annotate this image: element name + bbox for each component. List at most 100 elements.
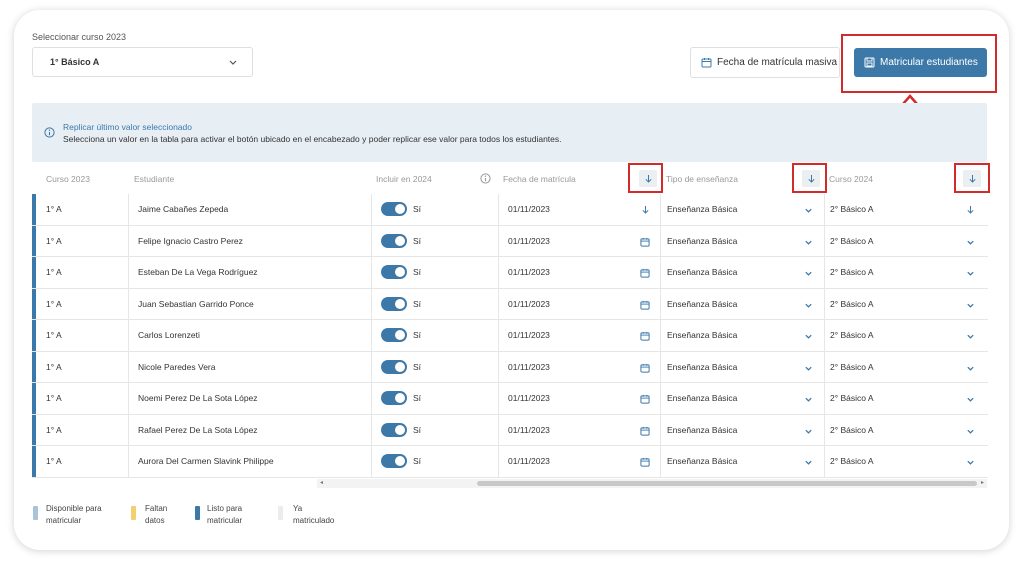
cell-incluir[interactable]: Sí: [381, 289, 421, 320]
chevron-down-icon[interactable]: [966, 301, 975, 310]
cell-fecha[interactable]: 01/11/2023: [508, 352, 550, 383]
calendar-icon: [701, 58, 712, 68]
cell-curso-2024[interactable]: 2° Básico A: [830, 320, 874, 351]
arrow-down-icon[interactable]: [641, 205, 650, 214]
chevron-down-icon[interactable]: [804, 332, 813, 341]
cell-fecha[interactable]: 01/11/2023: [508, 289, 550, 320]
include-label: Sí: [413, 267, 422, 278]
chevron-down-icon[interactable]: [966, 458, 975, 467]
include-toggle[interactable]: [381, 296, 407, 311]
calendar-icon[interactable]: [640, 426, 650, 436]
chevron-down-icon[interactable]: [804, 301, 813, 310]
chevron-down-icon[interactable]: [966, 332, 975, 341]
cell-curso-2024[interactable]: 2° Básico A: [830, 446, 874, 477]
column-divider: [371, 320, 372, 351]
chevron-down-icon[interactable]: [804, 458, 813, 467]
cell-incluir[interactable]: Sí: [381, 446, 421, 477]
replicate-tipo-button[interactable]: [802, 170, 820, 187]
table-row: 1° A Aurora Del Carmen Slavink Philippe Sí…: [32, 446, 988, 478]
replicate-fecha-button[interactable]: [639, 170, 657, 187]
cell-incluir[interactable]: Sí: [381, 383, 421, 414]
chevron-down-icon[interactable]: [966, 364, 975, 373]
cell-tipo[interactable]: Enseñanza Básica: [667, 257, 737, 288]
cell-incluir[interactable]: Sí: [381, 352, 421, 383]
include-toggle[interactable]: [381, 454, 407, 469]
cell-curso-2024[interactable]: 2° Básico A: [830, 352, 874, 383]
chevron-down-icon[interactable]: [804, 238, 813, 247]
chevron-down-icon[interactable]: [966, 427, 975, 436]
scroll-left-icon[interactable]: ◂: [320, 479, 323, 486]
cell-tipo[interactable]: Enseñanza Básica: [667, 320, 737, 351]
cell-curso-2024[interactable]: 2° Básico A: [830, 257, 874, 288]
chevron-down-icon[interactable]: [804, 395, 813, 404]
chevron-down-icon[interactable]: [804, 364, 813, 373]
calendar-icon[interactable]: [640, 268, 650, 278]
include-toggle[interactable]: [381, 328, 407, 343]
calendar-icon[interactable]: [640, 300, 650, 310]
column-divider: [498, 320, 499, 351]
cell-incluir[interactable]: Sí: [381, 257, 421, 288]
cell-curso-2024[interactable]: 2° Básico A: [830, 383, 874, 414]
include-toggle[interactable]: [381, 422, 407, 437]
status-bar: [32, 320, 36, 351]
column-divider: [824, 288, 825, 319]
status-bar: [32, 225, 36, 256]
cell-fecha[interactable]: 01/11/2023: [508, 257, 550, 288]
cell-curso-2024[interactable]: 2° Básico A: [830, 415, 874, 446]
course-selector[interactable]: 1° Básico A: [32, 47, 253, 77]
include-toggle[interactable]: [381, 391, 407, 406]
cell-curso: 1° A: [46, 267, 62, 278]
chevron-down-icon[interactable]: [804, 206, 813, 215]
info-icon: [480, 173, 491, 184]
chevron-down-icon[interactable]: [966, 238, 975, 247]
include-toggle[interactable]: [381, 265, 407, 280]
cell-fecha[interactable]: 01/11/2023: [508, 446, 550, 477]
arrow-down-icon[interactable]: [966, 205, 975, 214]
horizontal-scrollbar[interactable]: ◂ ▸: [317, 479, 987, 488]
table-row: 1° A Noemi Perez De La Sota López Sí 01/11/…: [32, 383, 988, 415]
cell-curso: 1° A: [46, 424, 62, 435]
scroll-right-icon[interactable]: ▸: [981, 479, 984, 486]
column-divider: [498, 446, 499, 477]
cell-fecha[interactable]: 01/11/2023: [508, 320, 550, 351]
cell-incluir[interactable]: Sí: [381, 194, 421, 225]
column-divider: [660, 351, 661, 382]
cell-incluir[interactable]: Sí: [381, 226, 421, 257]
calendar-icon[interactable]: [640, 457, 650, 467]
include-toggle[interactable]: [381, 202, 407, 217]
enroll-students-button[interactable]: Matricular estudiantes: [854, 48, 987, 77]
cell-tipo[interactable]: Enseñanza Básica: [667, 383, 737, 414]
column-divider: [824, 225, 825, 256]
chevron-down-icon[interactable]: [966, 395, 975, 404]
cell-curso-2024[interactable]: 2° Básico A: [830, 226, 874, 257]
chevron-down-icon[interactable]: [966, 269, 975, 278]
include-toggle[interactable]: [381, 233, 407, 248]
cell-fecha[interactable]: 01/11/2023: [508, 383, 550, 414]
cell-curso-2024[interactable]: 2° Básico A: [830, 194, 874, 225]
cell-fecha[interactable]: 01/11/2023: [508, 226, 550, 257]
calendar-icon[interactable]: [640, 237, 650, 247]
cell-tipo[interactable]: Enseñanza Básica: [667, 194, 737, 225]
calendar-icon[interactable]: [640, 331, 650, 341]
save-icon: [864, 57, 875, 68]
scrollbar-thumb[interactable]: [477, 481, 977, 486]
cell-incluir[interactable]: Sí: [381, 415, 421, 446]
cell-incluir[interactable]: Sí: [381, 320, 421, 351]
cell-fecha[interactable]: 01/11/2023: [508, 194, 550, 225]
cell-curso: 1° A: [46, 298, 62, 309]
chevron-down-icon[interactable]: [804, 269, 813, 278]
cell-tipo[interactable]: Enseñanza Básica: [667, 289, 737, 320]
cell-fecha[interactable]: 01/11/2023: [508, 415, 550, 446]
include-toggle[interactable]: [381, 359, 407, 374]
calendar-icon[interactable]: [640, 394, 650, 404]
cell-tipo[interactable]: Enseñanza Básica: [667, 226, 737, 257]
bulk-date-button[interactable]: Fecha de matrícula masiva: [690, 47, 840, 78]
cell-tipo[interactable]: Enseñanza Básica: [667, 415, 737, 446]
table-row: 1° A Esteban De La Vega Rodríguez Sí 01/11/…: [32, 257, 988, 289]
calendar-icon[interactable]: [640, 363, 650, 373]
cell-curso-2024[interactable]: 2° Básico A: [830, 289, 874, 320]
replicate-curso-button[interactable]: [963, 170, 981, 187]
cell-tipo[interactable]: Enseñanza Básica: [667, 446, 737, 477]
chevron-down-icon[interactable]: [804, 427, 813, 436]
cell-tipo[interactable]: Enseñanza Básica: [667, 352, 737, 383]
